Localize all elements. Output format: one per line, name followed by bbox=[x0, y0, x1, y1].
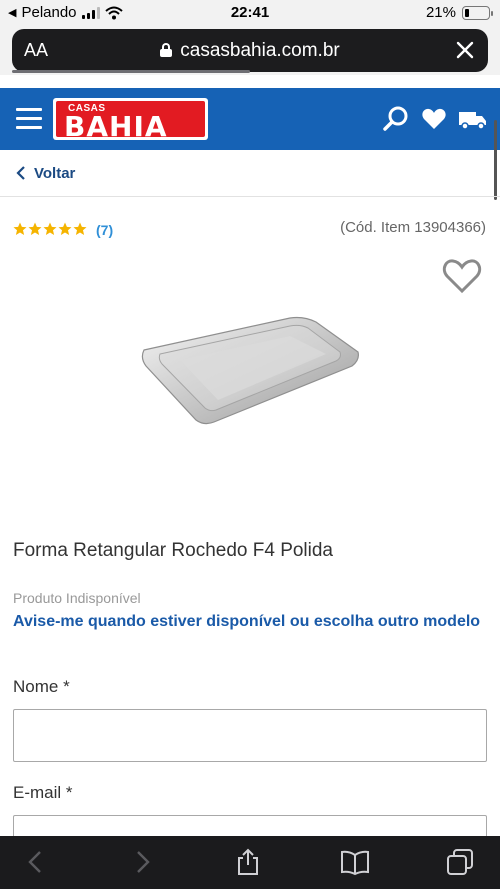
star-icon bbox=[13, 222, 27, 235]
product-image[interactable] bbox=[140, 312, 362, 428]
battery-icon bbox=[462, 5, 493, 20]
logo-bahia-text: BAHIA bbox=[64, 110, 168, 143]
name-field[interactable] bbox=[13, 709, 487, 762]
address-bar[interactable]: AA casasbahia.com.br bbox=[12, 29, 488, 72]
heart-icon[interactable] bbox=[442, 258, 482, 294]
share-icon[interactable] bbox=[234, 848, 262, 876]
item-code: (Cód. Item 13904366) bbox=[340, 219, 486, 236]
tabs-icon[interactable] bbox=[446, 848, 474, 876]
casas-bahia-logo[interactable]: CASAS BAHIA bbox=[53, 98, 208, 143]
url-display[interactable]: casasbahia.com.br bbox=[12, 40, 488, 62]
back-link[interactable]: Voltar bbox=[0, 150, 500, 197]
menu-icon[interactable] bbox=[16, 108, 42, 130]
star-icon bbox=[73, 222, 87, 235]
rating-stars[interactable] bbox=[13, 222, 87, 236]
notify-me-link[interactable]: Avise-me quando estiver disponível ou es… bbox=[13, 610, 483, 634]
search-icon[interactable] bbox=[382, 105, 410, 133]
star-icon bbox=[43, 222, 57, 235]
availability-status: Produto Indisponível bbox=[13, 590, 141, 606]
review-count[interactable]: (7) bbox=[96, 222, 113, 238]
back-link-label: Voltar bbox=[34, 165, 76, 182]
close-icon[interactable] bbox=[452, 37, 478, 63]
status-bar: ◀ Pelando 22:41 21% bbox=[0, 0, 500, 26]
browser-toolbar bbox=[0, 836, 500, 889]
page-load-progress bbox=[12, 70, 488, 73]
forward-arrow-icon[interactable] bbox=[128, 848, 156, 876]
name-label: Nome * bbox=[13, 677, 70, 696]
star-icon bbox=[28, 222, 42, 235]
status-right: 21% bbox=[425, 4, 493, 21]
back-arrow-icon[interactable] bbox=[22, 848, 50, 876]
product-title: Forma Retangular Rochedo F4 Polida bbox=[13, 540, 334, 561]
battery-percent: 21% bbox=[425, 4, 456, 21]
bookmarks-icon[interactable] bbox=[340, 848, 370, 876]
chevron-left-icon bbox=[16, 166, 25, 180]
url-text: casasbahia.com.br bbox=[180, 40, 340, 61]
star-icon bbox=[58, 222, 72, 235]
lock-icon bbox=[160, 43, 173, 57]
truck-icon[interactable] bbox=[458, 105, 488, 133]
heart-icon[interactable] bbox=[420, 105, 448, 133]
email-label: E-mail * bbox=[13, 783, 73, 802]
browser-chrome: ◀ Pelando 22:41 21% AA casasbahia.com.br bbox=[0, 0, 500, 75]
site-header: CASAS BAHIA bbox=[0, 88, 500, 150]
